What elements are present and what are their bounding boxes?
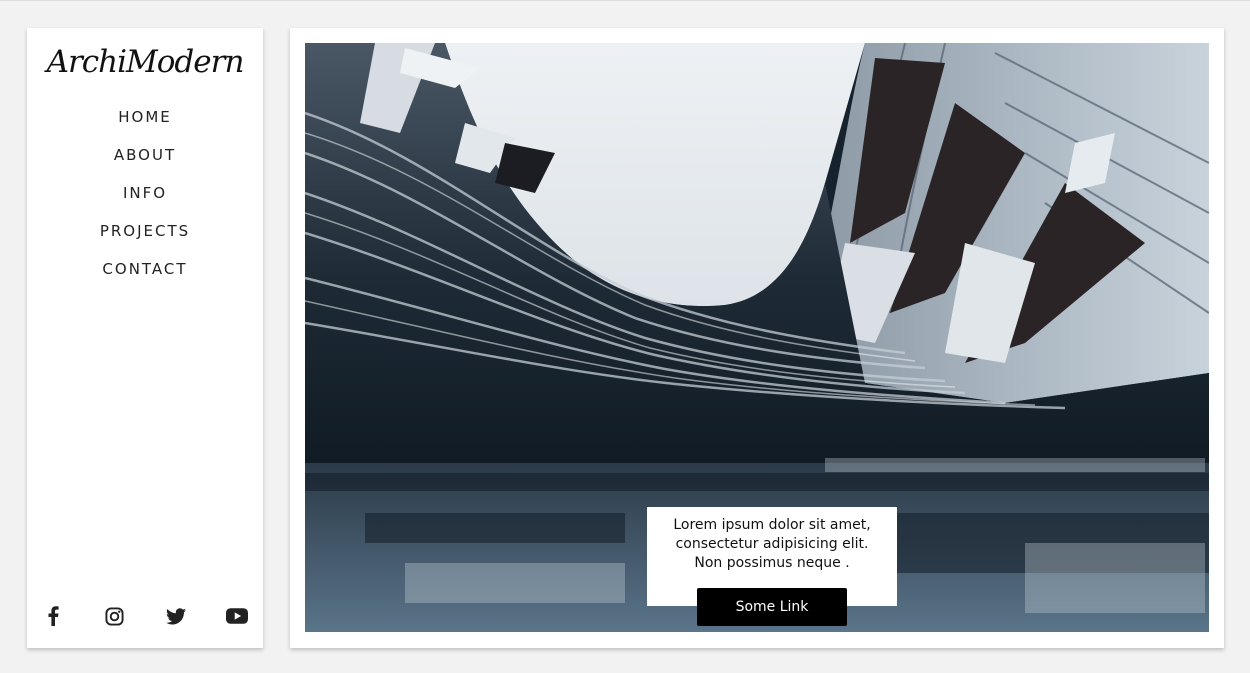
instagram-icon[interactable]	[102, 604, 126, 628]
youtube-icon[interactable]	[225, 604, 249, 628]
nav-item-contact[interactable]: CONTACT	[27, 257, 263, 295]
caption-line-3: Non possimus neque .	[694, 555, 850, 571]
sidebar: ArchiModern HOME ABOUT INFO PROJECTS CON…	[27, 28, 263, 648]
caption-line-1: Lorem ipsum dolor sit amet,	[673, 517, 871, 533]
nav-item-home[interactable]: HOME	[27, 105, 263, 143]
nav-item-projects[interactable]: PROJECTS	[27, 219, 263, 257]
site-logo[interactable]: ArchiModern	[27, 40, 263, 84]
hero-caption: Lorem ipsum dolor sit amet, consectetur …	[647, 507, 897, 626]
twitter-icon[interactable]	[164, 604, 188, 628]
social-links	[41, 604, 249, 628]
caption-line-2: consectetur adipisicing elit.	[675, 536, 869, 552]
main-panel: Lorem ipsum dolor sit amet, consectetur …	[290, 28, 1224, 648]
some-link-button[interactable]: Some Link	[697, 588, 847, 626]
nav-item-info[interactable]: INFO	[27, 181, 263, 219]
facebook-icon[interactable]	[41, 604, 65, 628]
hero-image: Lorem ipsum dolor sit amet, consectetur …	[305, 43, 1209, 632]
main-nav: HOME ABOUT INFO PROJECTS CONTACT	[27, 105, 263, 295]
nav-item-about[interactable]: ABOUT	[27, 143, 263, 181]
